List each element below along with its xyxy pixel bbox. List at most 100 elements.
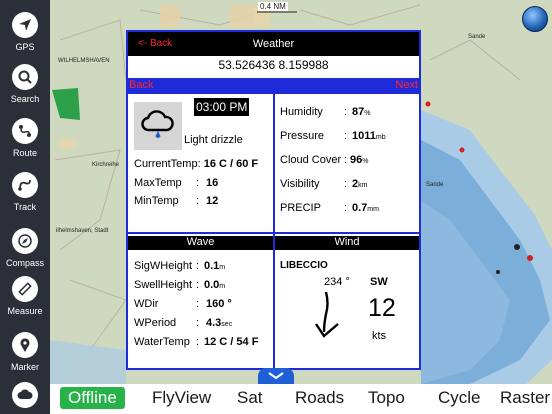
back-button[interactable]: Back	[129, 79, 154, 91]
wave-dir-row: WDir : 160 °	[134, 298, 232, 310]
wave-section-title: Wave	[128, 236, 273, 250]
swell-unit: m	[219, 283, 226, 290]
precip-value: 0.7	[352, 202, 368, 214]
sidebar-item-label: GPS	[15, 42, 35, 52]
sig-wave-label: SigWHeight	[134, 260, 193, 272]
page-title: Weather	[252, 38, 295, 50]
max-temp-row: MaxTemp : 16	[134, 177, 219, 189]
map-town-label: ilhelmshaven, Stadt	[56, 228, 109, 234]
map-scale-label: 0.4 NM	[258, 2, 288, 11]
map-town-label: Sande	[468, 34, 486, 40]
sidebar-item-track[interactable]: Track	[0, 166, 50, 222]
humidity-label: Humidity	[280, 106, 323, 118]
map-town-label: WILHELMSHAVEN	[58, 58, 110, 64]
pressure-label: Pressure	[280, 130, 325, 142]
humidity-unit: %	[364, 110, 371, 117]
tab-cycle[interactable]: Cycle	[438, 388, 481, 408]
precip-label: PRECIP	[280, 202, 321, 214]
precip-unit: mm	[367, 206, 379, 213]
water-temp-label: WaterTemp	[134, 336, 190, 348]
pressure-row: Pressure : 1011mb	[280, 130, 386, 142]
cloud-cover-label: Cloud Cover	[280, 154, 342, 166]
tab-topo[interactable]: Topo	[368, 388, 405, 408]
tab-offline[interactable]: Offline	[60, 387, 125, 409]
wind-speed-unit: kts	[372, 330, 387, 342]
tab-flyview[interactable]: FlyView	[152, 388, 211, 408]
sidebar-item-label: Route	[12, 148, 38, 158]
weather-panel: <- Back Weather 53.526436 8.159988 Back …	[126, 30, 421, 370]
sidebar-item-label: Track	[13, 202, 37, 212]
sidebar-item-search[interactable]: Search	[0, 58, 50, 114]
weather-icon-box	[134, 102, 182, 150]
pressure-unit: mb	[375, 134, 386, 141]
weather-cloud-icon	[12, 382, 38, 408]
tab-sat[interactable]: Sat	[237, 388, 263, 408]
max-temp-value: 16	[206, 177, 219, 189]
sidebar-item-label: Search	[10, 94, 40, 104]
compass-icon	[12, 228, 38, 254]
wind-section-title: Wind	[275, 236, 419, 250]
sidebar-item-route[interactable]: Route	[0, 112, 50, 168]
drizzle-cloud-icon	[141, 110, 174, 138]
sig-wave-value: 0.1	[204, 260, 220, 272]
map-type-bar: Offline FlyView Sat Roads Topo Cycle Ras…	[50, 384, 552, 414]
wind-direction-cardinal: SW	[370, 276, 388, 288]
current-temp-row: CurrentTemp: 16 C / 60 F	[134, 158, 258, 170]
wind-name: LIBECCIO	[280, 260, 328, 271]
sig-wave-row: SigWHeight : 0.1m	[134, 260, 226, 272]
next-button[interactable]: Next	[395, 79, 418, 91]
route-icon	[12, 118, 38, 144]
wave-period-label: WPeriod	[134, 317, 177, 329]
precip-row: PRECIP : 0.7mm	[280, 202, 379, 214]
map-town-label: Sande	[426, 182, 444, 188]
water-temp-row: WaterTemp : 12 C / 54 F	[134, 336, 259, 348]
weather-header: <- Back Weather	[128, 32, 419, 56]
current-temp-label: CurrentTemp:	[134, 158, 201, 170]
tab-raster[interactable]: Raster	[500, 388, 550, 408]
humidity-row: Humidity : 87%	[280, 106, 371, 118]
ruler-icon	[12, 276, 38, 302]
sig-wave-unit: m	[219, 264, 226, 271]
wind-arrow-icon	[315, 291, 339, 338]
wind-speed: 12	[368, 294, 396, 322]
pressure-value: 1011	[352, 130, 376, 142]
tab-roads[interactable]: Roads	[295, 388, 344, 408]
swell-value: 0.0	[204, 279, 220, 291]
water-temp-value: 12 C / 54 F	[204, 336, 259, 348]
map-pin-icon	[12, 332, 38, 358]
search-icon	[12, 64, 38, 90]
track-icon	[12, 172, 38, 198]
humidity-value: 87	[352, 106, 365, 118]
sidebar-item-gps[interactable]: GPS	[0, 6, 50, 62]
sidebar-item-label: Compass	[5, 258, 44, 268]
wave-period-row: WPeriod : 4.3sec	[134, 317, 233, 329]
collapse-chevron-icon[interactable]	[258, 368, 294, 384]
wave-period-unit: sec	[221, 321, 233, 328]
wave-dir-label: WDir	[134, 298, 159, 310]
cloud-cover-value: 96	[350, 154, 363, 166]
sidebar-item-measure[interactable]: Measure	[0, 270, 50, 326]
sidebar-item-marker[interactable]: Marker	[0, 326, 50, 382]
visibility-label: Visibility	[280, 178, 320, 190]
wind-direction-degrees: 234 °	[324, 276, 350, 288]
visibility-unit: km	[358, 182, 368, 189]
wave-dir-value: 160 °	[206, 298, 232, 310]
cloud-cover-unit: %	[362, 158, 369, 165]
visibility-row: Visibility : 2km	[280, 178, 368, 190]
forecast-time: 03:00 PM	[194, 98, 250, 116]
coordinates: 53.526436 8.159988	[218, 58, 329, 72]
sidebar-item-label: Marker	[10, 362, 39, 372]
wave-period-value: 4.3	[206, 317, 222, 329]
min-temp-value: 12	[206, 195, 219, 207]
swell-label: SwellHeight	[134, 279, 193, 291]
min-temp-row: MinTemp : 12	[134, 195, 219, 207]
gps-arrow-icon	[12, 12, 38, 38]
condition-text: Light drizzle	[184, 134, 243, 146]
sidebar-item-weather[interactable]	[0, 376, 50, 414]
current-temp-value: 16 C / 60 F	[203, 158, 259, 170]
globe-icon[interactable]	[522, 6, 548, 32]
max-temp-label: MaxTemp	[134, 177, 182, 189]
sidebar: GPS Search Route Track Compass Measure M…	[0, 0, 50, 414]
cloud-cover-row: Cloud Cover : 96%	[280, 154, 369, 166]
divider	[128, 232, 419, 234]
